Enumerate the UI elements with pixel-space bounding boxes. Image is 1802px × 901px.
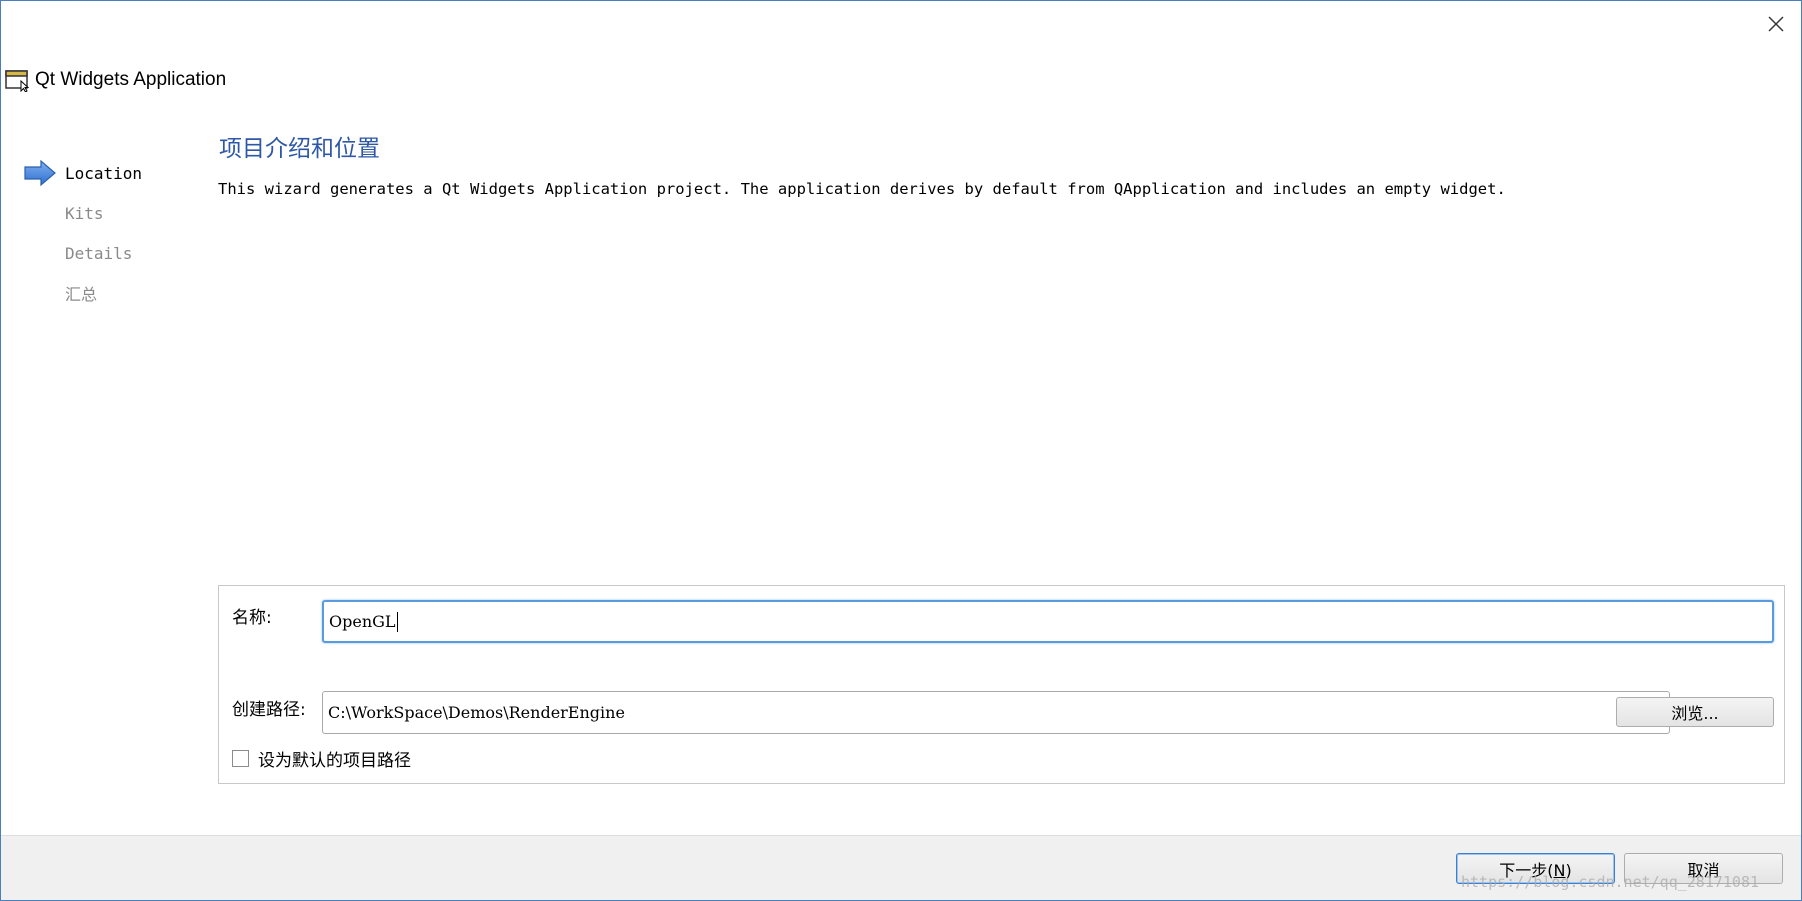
step-location: Location xyxy=(23,153,142,193)
path-input[interactable]: C:\WorkSpace\Demos\RenderEngine xyxy=(322,691,1670,734)
default-path-label: 设为默认的项目路径 xyxy=(258,751,411,771)
name-label: 名称: xyxy=(232,608,272,628)
text-caret xyxy=(396,611,398,632)
page-description: This wizard generates a Qt Widgets Appli… xyxy=(218,180,1506,198)
window-app-icon xyxy=(5,68,30,93)
wizard-title: Qt Widgets Application xyxy=(35,69,227,90)
page-title: 项目介绍和位置 xyxy=(219,136,380,162)
current-step-arrow-icon xyxy=(24,159,56,187)
default-path-checkbox[interactable] xyxy=(232,750,249,767)
step-summary: 汇总 xyxy=(23,273,142,313)
browse-button[interactable]: 浏览... xyxy=(1616,697,1774,727)
step-kits: Kits xyxy=(23,193,142,233)
next-button[interactable]: 下一步(N) xyxy=(1456,853,1615,884)
close-icon xyxy=(1768,16,1784,32)
close-button[interactable] xyxy=(1761,9,1791,39)
step-label: Kits xyxy=(65,203,104,223)
wizard-footer: 下一步(N) 取消 xyxy=(1,835,1801,900)
cancel-button-label: 取消 xyxy=(1687,860,1720,880)
path-label: 创建路径: xyxy=(232,700,306,720)
wizard-header: Qt Widgets Application xyxy=(5,65,226,95)
location-form: 名称: OpenGL 创建路径: C:\WorkSpace\Demos\Rend… xyxy=(218,585,1785,784)
name-input[interactable]: OpenGL xyxy=(322,600,1774,643)
path-input-value: C:\WorkSpace\Demos\RenderEngine xyxy=(328,703,625,722)
default-path-option[interactable]: 设为默认的项目路径 xyxy=(232,746,411,771)
wizard-steps: Location Kits Details 汇总 xyxy=(23,153,142,313)
browse-button-label: 浏览... xyxy=(1671,704,1719,723)
step-details: Details xyxy=(23,233,142,273)
step-label: Location xyxy=(65,163,143,183)
next-button-label: 下一步(N) xyxy=(1499,860,1572,880)
wizard-window: Qt Widgets Application Location Kits Det… xyxy=(0,0,1802,901)
step-label: Details xyxy=(65,243,133,263)
name-input-value: OpenGL xyxy=(329,612,396,631)
cancel-button[interactable]: 取消 xyxy=(1624,853,1783,884)
step-label: 汇总 xyxy=(65,285,98,304)
